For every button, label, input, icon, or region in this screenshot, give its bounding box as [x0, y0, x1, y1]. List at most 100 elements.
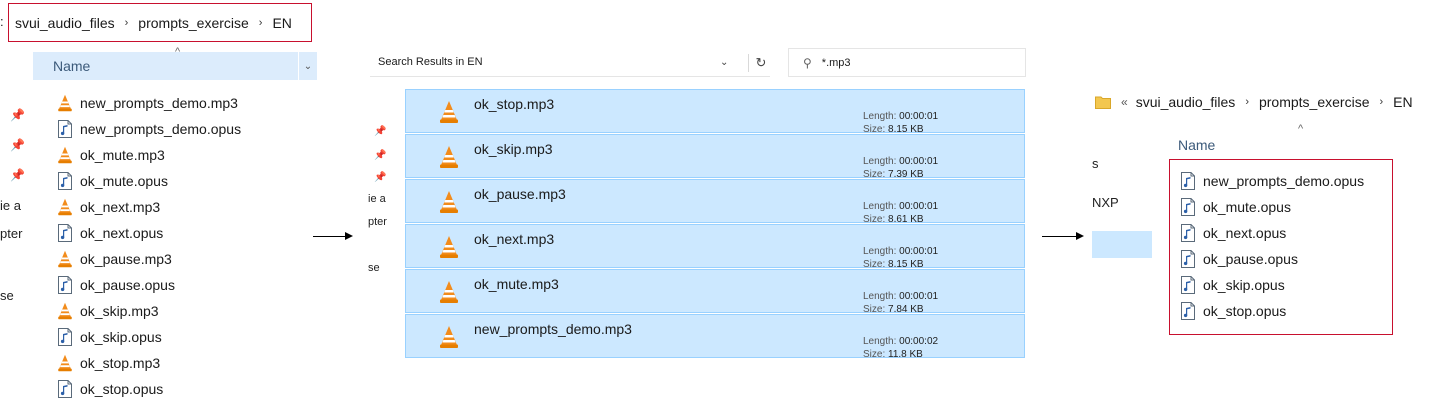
pin-icon[interactable]: 📌 — [10, 108, 25, 122]
file-list: new_prompts_demo.opus ok_mute.opus ok_next… — [1180, 168, 1364, 324]
file-name: ok_next.mp3 — [80, 199, 161, 215]
file-item[interactable]: ok_mute.mp3 — [57, 142, 241, 168]
arrow-line — [313, 236, 345, 237]
audio-file-icon — [57, 224, 73, 242]
search-result-item[interactable]: ok_stop.mp3 Length: 00:00:01 Size: 8.15 KB — [405, 89, 1025, 136]
length-value: 00:00:01 — [899, 156, 939, 167]
size-label: Size: — [863, 349, 886, 360]
nav-cut-label[interactable]: pter — [0, 226, 22, 241]
result-meta: Length: 00:00:01 Size: 8.61 KB — [863, 200, 938, 226]
file-item[interactable]: new_prompts_demo.mp3 — [57, 90, 241, 116]
breadcrumb-item-prompts-exercise[interactable]: prompts_exercise — [1259, 94, 1370, 110]
result-meta: Length: 00:00:01 Size: 8.15 KB — [863, 110, 938, 136]
nav-cut-label[interactable]: s — [1092, 156, 1099, 171]
pin-icon[interactable]: 📌 — [10, 138, 25, 152]
vlc-cone-icon — [57, 302, 73, 320]
length-label: Length: — [863, 156, 897, 167]
vlc-cone-icon — [439, 145, 459, 169]
audio-file-icon — [57, 120, 73, 138]
file-item[interactable]: ok_next.opus — [1180, 220, 1364, 246]
audio-file-icon — [57, 328, 73, 346]
chevron-right-icon: › — [124, 16, 129, 29]
vlc-cone-icon — [57, 198, 73, 216]
address-text: Search Results in EN — [378, 56, 483, 68]
result-meta: Length: 00:00:01 Size: 8.15 KB — [863, 245, 938, 271]
explorer-toolbar: Search Results in EN ⌄ ↻ ⚲ *.mp3 — [370, 48, 1026, 78]
length-value: 00:00:01 — [899, 291, 939, 302]
file-item[interactable]: ok_skip.mp3 — [57, 298, 241, 324]
breadcrumb-overflow-icon[interactable]: « — [1121, 95, 1128, 109]
file-item[interactable]: ok_mute.opus — [57, 168, 241, 194]
address-bar[interactable]: Search Results in EN — [370, 48, 770, 77]
pin-icon[interactable]: 📌 — [374, 150, 386, 161]
file-name: ok_mute.opus — [1203, 199, 1291, 215]
result-meta: Length: 00:00:01 Size: 7.39 KB — [863, 155, 938, 181]
file-name: ok_pause.mp3 — [80, 251, 172, 267]
result-file-name: ok_pause.mp3 — [474, 186, 566, 202]
file-name: ok_next.opus — [80, 225, 164, 241]
length-value: 00:00:01 — [899, 246, 939, 257]
file-name: ok_skip.opus — [1203, 277, 1285, 293]
nav-cut-label[interactable]: se — [0, 288, 14, 303]
file-item[interactable]: ok_pause.mp3 — [57, 246, 241, 272]
file-item[interactable]: ok_pause.opus — [57, 272, 241, 298]
audio-file-icon — [1180, 302, 1196, 320]
breadcrumb-item-en[interactable]: EN — [1393, 94, 1412, 110]
file-item[interactable]: ok_pause.opus — [1180, 246, 1364, 272]
pin-icon[interactable]: 📌 — [10, 168, 25, 182]
sort-caret-icon: ^ — [175, 46, 181, 58]
folder-icon — [1095, 95, 1111, 109]
breadcrumb-item-en[interactable]: EN — [272, 15, 291, 31]
file-item[interactable]: ok_next.opus — [57, 220, 241, 246]
result-file-name: ok_skip.mp3 — [474, 141, 553, 157]
search-result-item[interactable]: ok_skip.mp3 Length: 00:00:01 Size: 7.39 KB — [405, 134, 1025, 181]
file-item[interactable]: ok_stop.opus — [1180, 298, 1364, 324]
file-item[interactable]: ok_stop.mp3 — [57, 350, 241, 376]
file-name: new_prompts_demo.mp3 — [80, 95, 238, 111]
file-name: ok_stop.opus — [1203, 303, 1287, 319]
vlc-cone-icon — [439, 190, 459, 214]
search-result-item[interactable]: new_prompts_demo.mp3 Length: 00:00:02 Size… — [405, 314, 1025, 360]
file-item[interactable]: ok_stop.opus — [57, 376, 241, 402]
length-label: Length: — [863, 336, 897, 347]
refresh-icon[interactable]: ↻ — [748, 54, 773, 72]
file-item[interactable]: new_prompts_demo.opus — [57, 116, 241, 142]
file-item[interactable]: ok_next.mp3 — [57, 194, 241, 220]
nav-cut-label[interactable]: se — [368, 262, 380, 274]
vlc-cone-icon — [57, 354, 73, 372]
chevron-down-icon[interactable]: ⌄ — [720, 57, 728, 68]
search-input[interactable]: ⚲ *.mp3 — [788, 48, 1026, 77]
length-label: Length: — [863, 246, 897, 257]
nav-selected-item[interactable] — [1092, 231, 1152, 258]
file-item[interactable]: new_prompts_demo.opus — [1180, 168, 1364, 194]
length-label: Length: — [863, 201, 897, 212]
name-column-header[interactable]: Name — [1178, 137, 1215, 153]
audio-file-icon — [1180, 276, 1196, 294]
name-column-header[interactable]: ^ Name ⌄ — [33, 46, 317, 80]
nav-cut-label[interactable]: ie a — [0, 198, 21, 213]
vlc-cone-icon — [439, 100, 459, 124]
nav-cut-label[interactable]: pter — [368, 216, 387, 228]
left-cut-colon: : — [0, 14, 4, 29]
nav-cut-label[interactable]: ie a — [368, 193, 386, 205]
breadcrumb-item-svui-audio-files[interactable]: svui_audio_files — [15, 15, 115, 31]
breadcrumb-item-prompts-exercise[interactable]: prompts_exercise — [138, 15, 249, 31]
length-value: 00:00:02 — [899, 336, 939, 347]
search-value: *.mp3 — [821, 56, 851, 69]
audio-file-icon — [57, 172, 73, 190]
file-item[interactable]: ok_mute.opus — [1180, 194, 1364, 220]
search-result-item[interactable]: ok_pause.mp3 Length: 00:00:01 Size: 8.61 K… — [405, 179, 1025, 226]
pin-icon[interactable]: 📌 — [374, 172, 386, 183]
nav-cut-label[interactable]: NXP — [1092, 195, 1119, 210]
vlc-cone-icon — [57, 94, 73, 112]
search-result-item[interactable]: ok_mute.mp3 Length: 00:00:01 Size: 7.84 KB — [405, 269, 1025, 315]
file-item[interactable]: ok_skip.opus — [57, 324, 241, 350]
audio-file-icon — [57, 276, 73, 294]
vlc-cone-icon — [439, 235, 459, 259]
column-dropdown-icon[interactable]: ⌄ — [298, 52, 317, 80]
file-item[interactable]: ok_skip.opus — [1180, 272, 1364, 298]
pin-icon[interactable]: 📌 — [374, 126, 386, 137]
search-result-item[interactable]: ok_next.mp3 Length: 00:00:01 Size: 8.15 KB — [405, 224, 1025, 271]
breadcrumb-item-svui-audio-files[interactable]: svui_audio_files — [1136, 94, 1236, 110]
sort-caret-icon: ^ — [1298, 123, 1304, 135]
